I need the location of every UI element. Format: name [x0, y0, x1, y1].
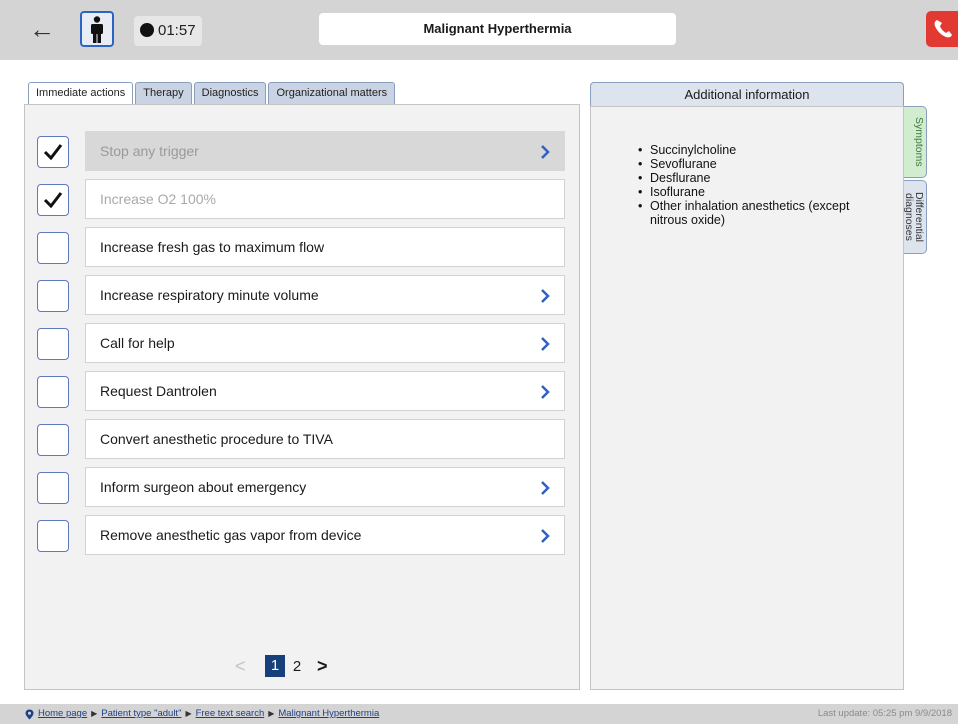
chevron-right-icon: [541, 481, 550, 495]
patient-type-button[interactable]: [80, 11, 114, 47]
action-checkbox[interactable]: [37, 520, 69, 552]
action-row: Increase O2 100%: [25, 179, 581, 219]
action-item[interactable]: Remove anesthetic gas vapor from device: [85, 515, 565, 555]
chevron-right-icon: [541, 529, 550, 543]
phone-icon: [934, 20, 952, 38]
chevron-right-icon: [541, 337, 550, 351]
page-1-button[interactable]: 1: [265, 655, 285, 677]
action-item[interactable]: Increase fresh gas to maximum flow: [85, 227, 565, 267]
breadcrumb-patient-type[interactable]: Patient type "adult": [101, 704, 181, 724]
action-row: Inform surgeon about emergency: [25, 467, 581, 507]
tab-diagnostics[interactable]: Diagnostics: [193, 82, 267, 104]
action-row: Request Dantrolen: [25, 371, 581, 411]
action-row: Increase respiratory minute volume: [25, 275, 581, 315]
action-checkbox[interactable]: [37, 328, 69, 360]
action-row: Remove anesthetic gas vapor from device: [25, 515, 581, 555]
next-page-button[interactable]: >: [317, 656, 328, 677]
action-label: Request Dantrolen: [100, 383, 217, 399]
action-label: Increase respiratory minute volume: [100, 287, 319, 303]
tab-immediate-actions[interactable]: Immediate actions: [28, 82, 134, 106]
action-row: Convert anesthetic procedure to TIVA: [25, 419, 581, 459]
action-item[interactable]: Call for help: [85, 323, 565, 363]
action-item[interactable]: Request Dantrolen: [85, 371, 565, 411]
action-checkbox[interactable]: [37, 376, 69, 408]
breadcrumb-separator-icon: ▶: [185, 709, 192, 718]
stopwatch-icon: [140, 23, 154, 37]
chevron-right-icon: [541, 289, 550, 303]
back-arrow-icon[interactable]: ←: [26, 14, 58, 46]
checkmark-icon: [43, 192, 63, 209]
action-item[interactable]: Convert anesthetic procedure to TIVA: [85, 419, 565, 459]
list-item: Desflurane: [638, 171, 888, 185]
additional-info-title: Additional information: [590, 82, 904, 106]
prev-page-button[interactable]: <: [235, 656, 257, 677]
action-row: Stop any trigger: [25, 131, 581, 171]
action-item[interactable]: Inform surgeon about emergency: [85, 467, 565, 507]
breadcrumb-separator-icon: ▶: [268, 709, 275, 718]
checkmark-icon: [43, 144, 63, 161]
breadcrumb-separator-icon: ▶: [91, 709, 98, 718]
action-checkbox[interactable]: [37, 472, 69, 504]
page-title: Malignant Hyperthermia: [319, 13, 676, 45]
action-row: Increase fresh gas to maximum flow: [25, 227, 581, 267]
list-item: Other inhalation anesthetics (except nit…: [638, 199, 888, 227]
action-checkbox[interactable]: [37, 184, 69, 216]
tab-organizational-matters[interactable]: Organizational matters: [268, 82, 396, 104]
action-label: Convert anesthetic procedure to TIVA: [100, 431, 333, 447]
action-checkbox[interactable]: [37, 136, 69, 168]
footer: Home page ▶ Patient type "adult" ▶ Free …: [0, 704, 958, 724]
pagination: < 1 2 >: [235, 653, 328, 679]
action-checkbox[interactable]: [37, 424, 69, 456]
additional-info-panel: Succinylcholine Sevoflurane Desflurane I…: [590, 106, 904, 690]
action-label: Inform surgeon about emergency: [100, 479, 307, 495]
timer[interactable]: 01:57: [134, 16, 202, 46]
action-item[interactable]: Increase O2 100%: [85, 179, 565, 219]
chevron-right-icon: [541, 385, 550, 399]
emergency-call-button[interactable]: [926, 11, 958, 47]
info-list: Succinylcholine Sevoflurane Desflurane I…: [638, 143, 888, 227]
tab-symptoms[interactable]: Symptoms: [904, 106, 927, 178]
breadcrumb-home[interactable]: Home page: [38, 704, 87, 724]
person-icon: [91, 16, 103, 43]
list-item: Sevoflurane: [638, 157, 888, 171]
last-update: Last update: 05:25 pm 9/9/2018: [817, 708, 952, 719]
tab-differential-diagnoses[interactable]: Differential diagnoses: [903, 180, 927, 254]
action-label: Call for help: [100, 335, 175, 351]
actions-panel: Stop any trigger Increase O2 100% Increa…: [24, 104, 580, 690]
breadcrumb-free-text-search[interactable]: Free text search: [196, 704, 265, 724]
location-pin-icon: [25, 709, 34, 719]
list-item: Succinylcholine: [638, 143, 888, 157]
list-item: Isoflurane: [638, 185, 888, 199]
action-item[interactable]: Increase respiratory minute volume: [85, 275, 565, 315]
action-label: Remove anesthetic gas vapor from device: [100, 527, 362, 543]
tab-therapy[interactable]: Therapy: [135, 82, 192, 104]
top-bar: ← 01:57 Malignant Hyperthermia: [0, 0, 958, 60]
breadcrumb-current[interactable]: Malignant Hyperthermia: [278, 704, 379, 724]
chevron-right-icon: [541, 145, 550, 159]
breadcrumb: Home page ▶ Patient type "adult" ▶ Free …: [24, 704, 379, 724]
action-item[interactable]: Stop any trigger: [85, 131, 565, 171]
action-label: Increase O2 100%: [100, 191, 216, 207]
action-checkbox[interactable]: [37, 232, 69, 264]
page-2-button[interactable]: 2: [287, 658, 307, 675]
action-tabs: Immediate actions Therapy Diagnostics Or…: [28, 82, 397, 106]
timer-value: 01:57: [158, 22, 196, 39]
action-label: Increase fresh gas to maximum flow: [100, 239, 325, 255]
action-checkbox[interactable]: [37, 280, 69, 312]
action-label: Stop any trigger: [100, 143, 199, 159]
action-row: Call for help: [25, 323, 581, 363]
